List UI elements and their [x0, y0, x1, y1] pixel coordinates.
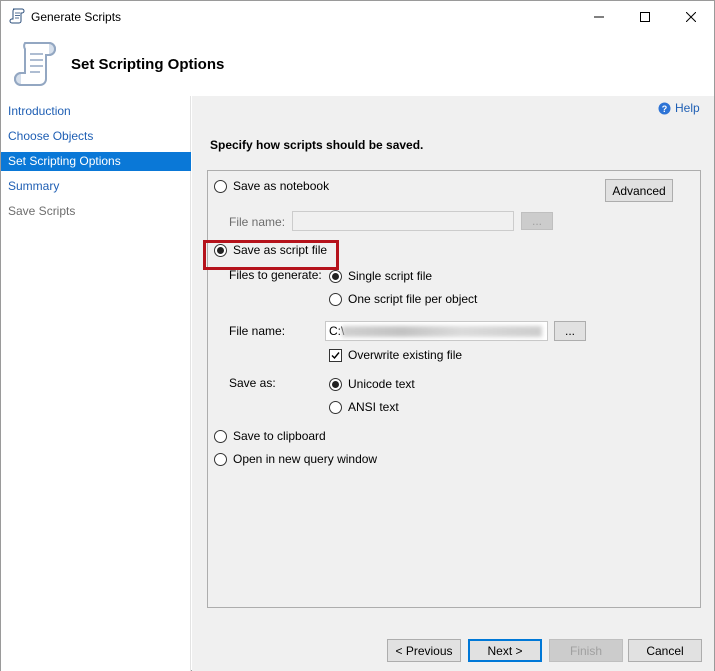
- minimize-icon: [594, 16, 604, 17]
- notebook-file-name-label: File name:: [229, 215, 286, 229]
- highlight-annotation: [203, 240, 339, 270]
- single-script-file-radio[interactable]: Single script file: [329, 269, 432, 283]
- help-icon: ?: [658, 102, 671, 114]
- unicode-text-label: Unicode text: [348, 377, 415, 391]
- maximize-button[interactable]: [622, 1, 668, 32]
- sidebar-item-set-scripting-options[interactable]: Set Scripting Options: [1, 152, 191, 171]
- save-to-clipboard-label: Save to clipboard: [233, 429, 326, 443]
- save-as-notebook-label: Save as notebook: [233, 179, 330, 193]
- options-group: Save as notebook Advanced File name: ...…: [207, 170, 701, 608]
- svg-text:?: ?: [662, 104, 668, 114]
- radio-button[interactable]: [214, 452, 227, 466]
- previous-button[interactable]: < Previous: [387, 639, 461, 662]
- sidebar-item-summary[interactable]: Summary: [1, 177, 191, 196]
- help-link[interactable]: ? Help: [658, 101, 700, 115]
- wizard-header: Set Scripting Options: [1, 32, 714, 96]
- file-browse-button[interactable]: ...: [554, 321, 586, 341]
- save-to-clipboard-radio[interactable]: Save to clipboard: [214, 429, 326, 443]
- finish-button: Finish: [549, 639, 623, 662]
- notebook-file-name-input: [292, 211, 514, 231]
- radio-button[interactable]: [329, 377, 342, 391]
- wizard-steps-sidebar: Introduction Choose Objects Set Scriptin…: [1, 96, 191, 671]
- scroll-icon: [14, 42, 56, 86]
- file-name-label: File name:: [229, 324, 286, 338]
- minimize-button[interactable]: [576, 1, 622, 32]
- window-title: Generate Scripts: [31, 10, 122, 24]
- file-name-input[interactable]: C:\: [325, 321, 548, 341]
- help-label: Help: [675, 101, 700, 115]
- page-title: Set Scripting Options: [71, 56, 225, 73]
- single-script-file-label: Single script file: [348, 269, 433, 283]
- redacted-path: [342, 326, 542, 337]
- maximize-icon: [640, 11, 650, 22]
- ansi-text-radio[interactable]: ANSI text: [329, 400, 399, 414]
- advanced-button[interactable]: Advanced: [605, 179, 673, 202]
- title-bar: Generate Scripts: [1, 1, 714, 32]
- save-as-label: Save as:: [229, 376, 276, 390]
- overwrite-existing-checkbox[interactable]: Overwrite existing file: [329, 348, 462, 362]
- radio-button[interactable]: [329, 292, 342, 306]
- one-file-per-object-radio[interactable]: One script file per object: [329, 292, 477, 306]
- ansi-text-label: ANSI text: [348, 400, 399, 414]
- one-file-per-object-label: One script file per object: [348, 292, 478, 306]
- sidebar-item-introduction[interactable]: Introduction: [1, 102, 191, 121]
- open-in-query-window-label: Open in new query window: [233, 452, 378, 466]
- checkmark-icon: [331, 351, 340, 359]
- close-icon: [686, 11, 696, 22]
- save-as-notebook-radio[interactable]: Save as notebook: [214, 179, 329, 193]
- checkbox[interactable]: [329, 348, 342, 362]
- sidebar-item-save-scripts: Save Scripts: [8, 204, 76, 218]
- files-to-generate-label: Files to generate:: [229, 268, 322, 282]
- close-button[interactable]: [668, 1, 714, 32]
- cancel-button[interactable]: Cancel: [628, 639, 702, 662]
- generate-scripts-window: Generate Scripts Set Scripting Options I…: [0, 0, 715, 671]
- radio-button[interactable]: [214, 429, 227, 443]
- radio-button[interactable]: [329, 400, 342, 414]
- radio-button[interactable]: [214, 179, 227, 193]
- radio-button[interactable]: [329, 269, 342, 283]
- instruction-text: Specify how scripts should be saved.: [210, 138, 424, 152]
- overwrite-existing-label: Overwrite existing file: [348, 348, 463, 362]
- next-button[interactable]: Next >: [468, 639, 542, 662]
- open-in-query-window-radio[interactable]: Open in new query window: [214, 452, 377, 466]
- notebook-browse-button: ...: [521, 212, 553, 230]
- sidebar-item-choose-objects[interactable]: Choose Objects: [1, 127, 191, 146]
- main-panel: ? Help Specify how scripts should be sav…: [192, 96, 714, 671]
- unicode-text-radio[interactable]: Unicode text: [329, 377, 415, 391]
- scroll-icon: [9, 8, 25, 24]
